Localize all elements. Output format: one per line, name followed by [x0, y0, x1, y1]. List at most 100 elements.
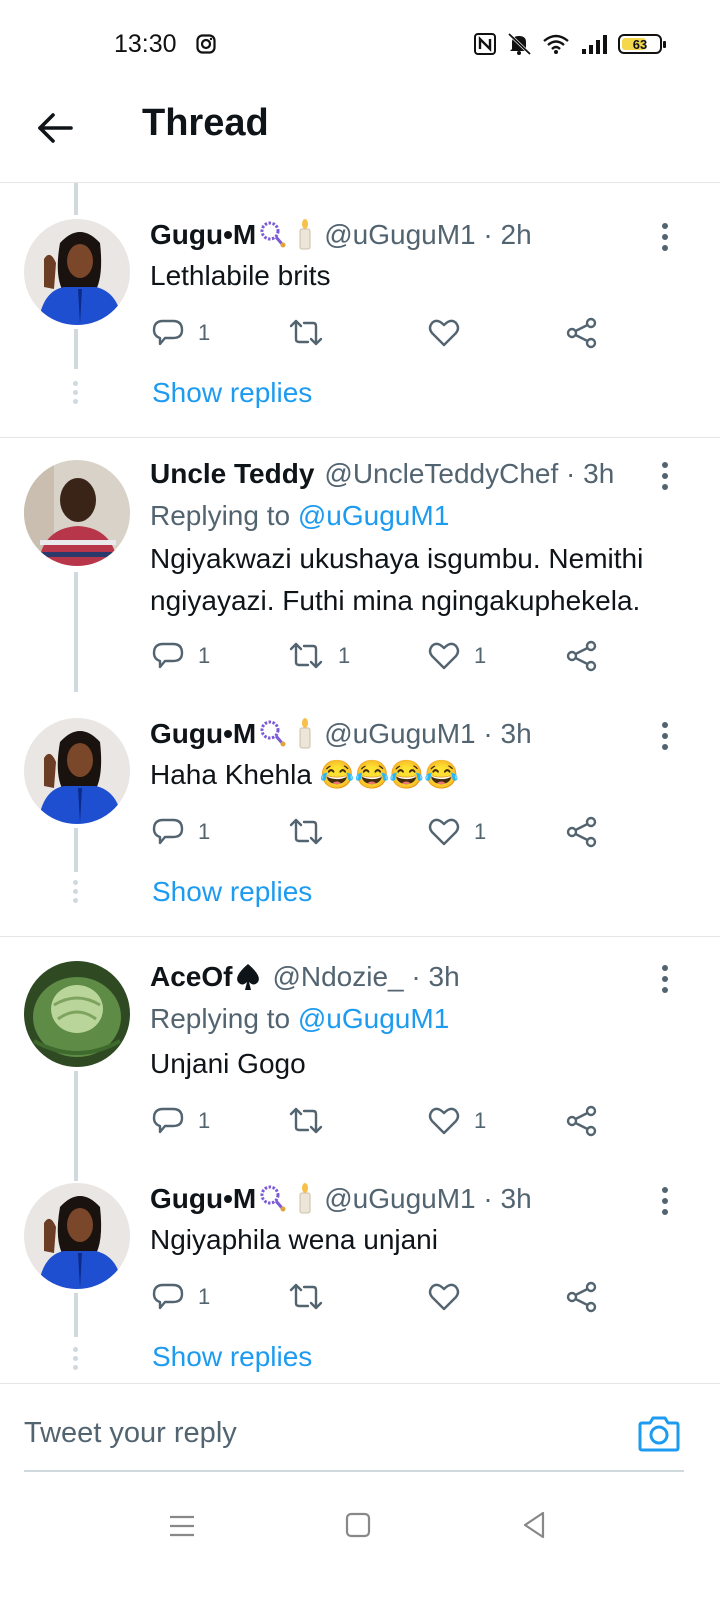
retweet-button[interactable]	[288, 313, 338, 353]
retweet-button[interactable]: 1	[288, 636, 350, 676]
candle-emoji	[299, 219, 311, 250]
thread-line	[74, 1293, 78, 1337]
tweet-header: Gugu•M @uGuguM1 · 2h	[150, 219, 532, 251]
candle-emoji	[299, 1183, 311, 1214]
wifi-icon	[543, 34, 569, 54]
battery-level: 63	[632, 36, 648, 52]
tweet-item[interactable]: Gugu•M @uGuguM1 · 3h Ngiyaphila wena unj…	[0, 1173, 720, 1383]
handle-time: @uGuguM1 · 2h	[324, 219, 532, 250]
like-button[interactable]: 1	[428, 1101, 486, 1141]
like-button[interactable]	[428, 1277, 474, 1317]
tweet-text: Ngiyaphila wena unjani	[150, 1224, 438, 1255]
home-square-icon[interactable]	[345, 1512, 371, 1538]
share-button[interactable]	[566, 636, 598, 676]
more-options-icon[interactable]	[660, 1187, 670, 1217]
heart-icon	[428, 818, 460, 846]
thread-dots	[73, 880, 79, 907]
heart-icon	[428, 1283, 460, 1311]
nav-back-icon[interactable]	[521, 1510, 547, 1540]
share-icon	[566, 816, 597, 848]
spade-emoji	[237, 964, 260, 990]
prayer-beads-emoji	[260, 1185, 288, 1213]
page-title: Thread	[142, 102, 269, 144]
like-button[interactable]: 1	[428, 636, 486, 676]
thread-line	[74, 572, 78, 692]
handle-time: @Ndozie_ · 3h	[272, 961, 460, 992]
like-button[interactable]: 1	[428, 812, 486, 852]
tweet-text: Lethlabile brits	[150, 260, 331, 291]
share-button[interactable]	[566, 1101, 598, 1141]
share-button[interactable]	[566, 313, 598, 353]
signal-icon	[582, 35, 607, 54]
reply-count: 1	[198, 1284, 211, 1309]
replying-prefix: Replying to	[150, 500, 298, 531]
mention-link[interactable]: @uGuguM1	[298, 1003, 449, 1034]
tweet-text: Ngiyakwazi ukushaya isgumbu. Nemithi ngi…	[150, 543, 644, 616]
thread-line	[74, 1071, 78, 1181]
retweet-button[interactable]	[288, 812, 338, 852]
retweet-icon	[289, 642, 323, 669]
tweet-item[interactable]: AceOf @Ndozie_ · 3h Replying to @uGuguM1…	[0, 937, 720, 1181]
share-button[interactable]	[566, 1277, 598, 1317]
retweet-button[interactable]	[288, 1277, 338, 1317]
candle-emoji	[299, 718, 311, 749]
avatar[interactable]	[24, 1183, 130, 1289]
avatar[interactable]	[24, 718, 130, 824]
mute-icon	[507, 32, 532, 56]
back-arrow-icon[interactable]	[36, 108, 76, 148]
avatar[interactable]	[24, 219, 130, 325]
thread-line	[74, 828, 78, 872]
reply-count: 1	[198, 1108, 211, 1133]
retweet-icon	[289, 319, 323, 346]
tweet-actions: 1	[150, 313, 610, 353]
retweet-icon	[289, 1283, 323, 1310]
avatar[interactable]	[24, 961, 130, 1067]
more-options-icon[interactable]	[660, 462, 670, 492]
camera-icon[interactable]	[638, 1413, 680, 1453]
mention-link[interactable]: @uGuguM1	[298, 500, 449, 531]
show-replies-link[interactable]: Show replies	[152, 1341, 312, 1373]
instagram-icon	[196, 34, 216, 54]
tweet-actions: 1 1 1	[150, 636, 610, 676]
tweet-actions: 1 1	[150, 812, 610, 852]
avatar[interactable]	[24, 460, 130, 566]
replying-prefix: Replying to	[150, 1003, 298, 1034]
tweet-item[interactable]: Uncle Teddy @UncleTeddyChef · 3h Replyin…	[0, 438, 720, 698]
reply-icon	[152, 818, 184, 845]
handle-time: @uGuguM1 · 3h	[324, 1183, 532, 1214]
reply-input[interactable]: Tweet your reply	[24, 1417, 237, 1450]
reply-button[interactable]: 1	[152, 313, 210, 353]
more-options-icon[interactable]	[660, 965, 670, 995]
handle-time: @UncleTeddyChef · 3h	[324, 458, 615, 489]
show-replies-link[interactable]: Show replies	[152, 377, 312, 409]
heart-icon	[428, 319, 460, 347]
tweet-item[interactable]: Gugu•M @uGuguM1 · 3h Haha Khehla 😂😂😂😂 1 …	[0, 698, 720, 936]
reply-button[interactable]: 1	[152, 1101, 210, 1141]
more-options-icon[interactable]	[660, 223, 670, 253]
share-button[interactable]	[566, 812, 598, 852]
replying-to: Replying to @uGuguM1	[150, 500, 449, 532]
thread-dots	[73, 1347, 79, 1374]
retweet-icon	[289, 818, 323, 845]
thread-line	[74, 329, 78, 369]
retweet-button[interactable]	[288, 1101, 338, 1141]
reply-button[interactable]: 1	[152, 1277, 210, 1317]
tweet-item[interactable]: Gugu•M @uGuguM1 · 2h Lethlabile brits 1	[0, 183, 720, 437]
tweet-header: Gugu•M @uGuguM1 · 3h	[150, 718, 532, 750]
reply-count: 1	[198, 819, 211, 844]
reply-icon	[152, 1283, 184, 1310]
battery-icon: 63	[618, 34, 666, 54]
more-options-icon[interactable]	[660, 722, 670, 752]
share-icon	[566, 317, 597, 349]
retweet-count: 1	[338, 643, 351, 668]
share-icon	[566, 1105, 597, 1137]
input-underline	[24, 1470, 684, 1472]
like-button[interactable]	[428, 313, 474, 353]
system-nav-bar	[0, 1480, 720, 1600]
reply-button[interactable]: 1	[152, 636, 210, 676]
status-icons: 63	[474, 32, 666, 56]
show-replies-link[interactable]: Show replies	[152, 876, 312, 908]
like-count: 1	[474, 819, 487, 844]
menu-icon[interactable]	[168, 1514, 196, 1538]
reply-button[interactable]: 1	[152, 812, 210, 852]
